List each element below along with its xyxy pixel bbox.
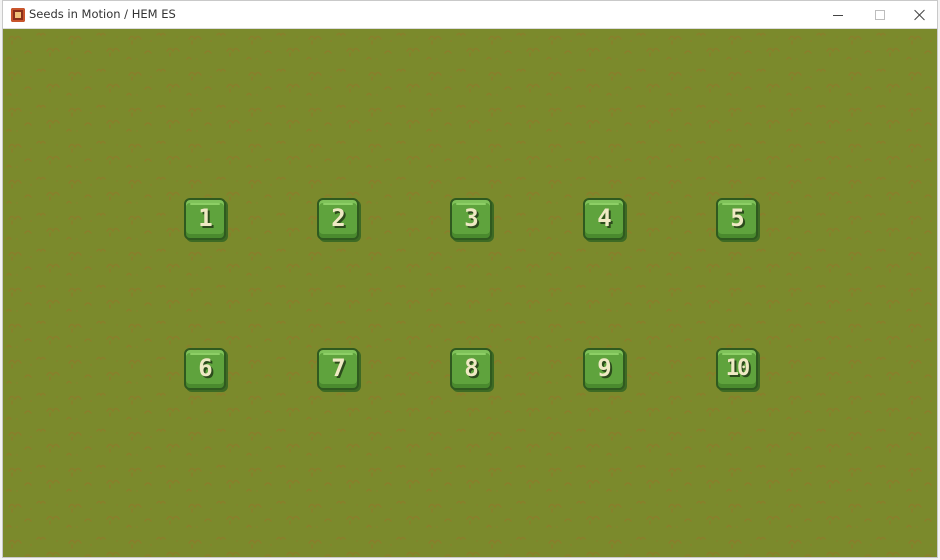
minimize-icon: [833, 14, 843, 16]
level-button-4[interactable]: 4: [583, 198, 625, 240]
maximize-button[interactable]: [859, 1, 901, 29]
level-select-grid: 1 2 3 4 5 6 7 8 9 10: [3, 29, 937, 557]
app-window: Seeds in Motion / HEM ES 1 2 3 4 5 6 7 8…: [2, 0, 938, 558]
title-bar[interactable]: Seeds in Motion / HEM ES: [3, 1, 937, 29]
level-button-7[interactable]: 7: [317, 348, 359, 390]
level-label: 9: [597, 354, 611, 382]
level-label: 5: [730, 204, 744, 232]
level-button-5[interactable]: 5: [716, 198, 758, 240]
close-button[interactable]: [899, 1, 937, 29]
level-button-3[interactable]: 3: [450, 198, 492, 240]
level-label: 8: [464, 354, 478, 382]
window-title: Seeds in Motion / HEM ES: [29, 7, 176, 21]
level-button-8[interactable]: 8: [450, 348, 492, 390]
level-button-10[interactable]: 10: [716, 348, 758, 390]
level-label: 3: [464, 204, 478, 232]
level-button-2[interactable]: 2: [317, 198, 359, 240]
app-icon: [11, 8, 25, 22]
level-button-1[interactable]: 1: [184, 198, 226, 240]
level-label: 7: [331, 354, 345, 382]
level-label: 4: [597, 204, 611, 232]
game-canvas: 1 2 3 4 5 6 7 8 9 10: [3, 29, 937, 557]
level-label: 6: [198, 354, 212, 382]
level-label: 2: [331, 204, 345, 232]
minimize-button[interactable]: [817, 1, 859, 29]
level-button-6[interactable]: 6: [184, 348, 226, 390]
level-label: 10: [725, 355, 750, 381]
maximize-icon: [875, 10, 885, 20]
level-button-9[interactable]: 9: [583, 348, 625, 390]
level-label: 1: [198, 204, 212, 232]
close-icon: [914, 9, 926, 21]
